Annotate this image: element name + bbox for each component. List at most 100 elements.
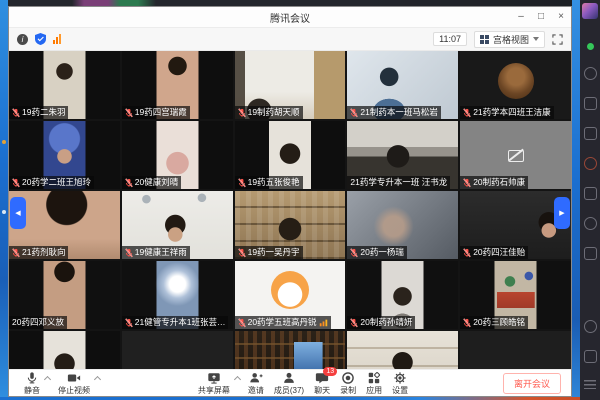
mic-off-icon [463,178,471,188]
video-tile[interactable]: 19制药胡天顺 [235,51,346,119]
desktop-edge-right [572,0,580,400]
participant-label: 20药四邓义放 [9,316,67,329]
record-button[interactable]: 录制 [335,371,361,395]
meeting-info-icon[interactable]: i [17,34,28,45]
prev-page-button[interactable]: ◀ [10,197,26,229]
tools-icon[interactable] [584,157,597,170]
status-dot-icon [587,43,594,50]
menu-icon[interactable] [584,380,596,389]
apps-button[interactable]: 应用 [361,371,387,395]
participant-label: 21健管专升本1班张芸… [122,316,229,329]
chevron-up-icon[interactable] [94,376,101,383]
user-icon[interactable] [584,67,597,80]
dropdown-caret-icon [533,37,539,41]
video-tile[interactable] [235,331,346,369]
share-screen-icon [207,371,221,385]
layout-view-switcher[interactable]: 宫格视图 [474,31,545,48]
folder-icon[interactable] [584,127,597,140]
video-tile[interactable] [460,331,571,369]
stop-video-button[interactable]: 停止视频 [53,371,103,395]
video-tile[interactable]: 21健管专升本1班张芸… [122,261,233,329]
leave-meeting-button[interactable]: 离开会议 [503,373,561,394]
stop-video-icon [67,371,81,385]
video-tile[interactable]: 20制药石帅康 [460,121,571,189]
video-tile[interactable]: 20药三顾皓铭 [460,261,571,329]
security-shield-icon[interactable] [35,33,46,45]
participant-label: 20药学二班王旭玲 [9,176,94,189]
mic-off-icon [125,248,133,258]
desktop-side-panel [580,0,600,400]
chevron-up-icon[interactable] [234,376,241,383]
record-icon [341,371,355,385]
video-tile[interactable]: 21制药本一班马松岩 [347,51,458,119]
meeting-toolbar: 静音停止视频 共享屏幕邀请 成员(37) 聊天13录制应用设置 离开会议 [9,369,571,396]
participant-label: 20制药孙靖妍 [347,316,415,329]
video-tile[interactable] [347,331,458,369]
video-tile[interactable]: 20药学五班高丹锐 [235,261,346,329]
participant-name: 19药四宫瑞霞 [135,106,187,119]
video-tile[interactable]: 19药二朱羽 [9,51,120,119]
video-tile[interactable]: 19药五张俊艳 [235,121,346,189]
close-button[interactable]: × [551,7,571,27]
fullscreen-icon[interactable] [552,34,563,45]
video-tile[interactable]: 19健康王祥雨 [122,191,233,259]
toolbar-label: 成员(37) [274,386,304,395]
video-tile[interactable] [9,331,120,369]
participant-name: 21健管专升本1班张芸… [135,316,226,329]
video-tile[interactable]: 20药四邓义放 [9,261,120,329]
chat-button[interactable]: 聊天13 [309,371,335,395]
participant-label: 20药四汪佳贻 [460,246,528,259]
chevron-up-icon[interactable] [44,376,51,383]
video-tile[interactable]: 19药四宫瑞霞 [122,51,233,119]
video-tile[interactable]: 20制药孙靖妍 [347,261,458,329]
invite-button[interactable]: 邀请 [243,371,269,395]
video-tile[interactable]: 20药学二班王旭玲 [9,121,120,189]
monitor-icon[interactable] [584,350,597,363]
participant-label: 20药一杨瑞 [347,246,406,259]
box-icon[interactable] [584,97,597,110]
participant-label: 20药三顾皓铭 [460,316,528,329]
link-icon[interactable] [584,320,597,333]
participant-name: 20制药孙靖妍 [360,316,412,329]
network-signal-icon[interactable] [53,34,61,44]
next-page-button[interactable]: ▶ [554,197,570,229]
video-tile[interactable]: 20药一杨瑞 [347,191,458,259]
maximize-button[interactable]: □ [531,7,551,27]
tencent-meeting-window: 腾讯会议 – □ × i 11:07 宫格视图 19药二朱羽 19药四宫瑞霞 19制… [8,6,572,397]
participant-label: 20制药石帅康 [460,176,528,189]
video-tile[interactable]: 21药学专升本一班 汪书龙 [347,121,458,189]
members-button[interactable]: 成员(37) [269,371,309,395]
mic-off-icon [463,108,471,118]
snowflake-icon[interactable] [584,247,597,260]
minimize-button[interactable]: – [511,7,531,27]
participant-name: 20药学二班王旭玲 [22,176,91,189]
video-tile[interactable]: 20健康刘晴 [122,121,233,189]
mic-off-icon [12,108,20,118]
mute-icon [25,371,39,385]
mic-off-icon [350,248,358,258]
video-tile[interactable] [122,331,233,369]
user-avatar[interactable] [582,3,598,19]
video-tile[interactable]: 19药一吴丹宇 [235,191,346,259]
gear-icon[interactable] [584,217,597,230]
meeting-time: 11:07 [433,32,467,46]
participant-name: 20药三顾皓铭 [473,316,525,329]
window-titlebar[interactable]: 腾讯会议 – □ × [9,7,571,28]
mic-off-icon [238,248,246,258]
toolbar-label: 邀请 [248,386,264,395]
mic-off-icon [125,178,133,188]
participant-label: 20药学五班高丹锐 [235,316,331,329]
apps-icon [367,371,381,385]
grid-view-icon [480,35,489,44]
desktop-edge-left [0,0,8,400]
window-title: 腾讯会议 [270,10,310,25]
share-screen-button[interactable]: 共享屏幕 [193,371,243,395]
video-tile[interactable]: 21药学本四班王洁康 [460,51,571,119]
participant-label: 19药一吴丹宇 [235,246,303,259]
participant-name: 21药剂耿向 [22,246,65,259]
settings-button[interactable]: 设置 [387,371,413,395]
meeting-topbar: i 11:07 宫格视图 [9,28,571,51]
infinity-icon[interactable] [584,187,597,200]
participant-label: 19健康王祥雨 [122,246,190,259]
mute-button[interactable]: 静音 [19,371,53,395]
